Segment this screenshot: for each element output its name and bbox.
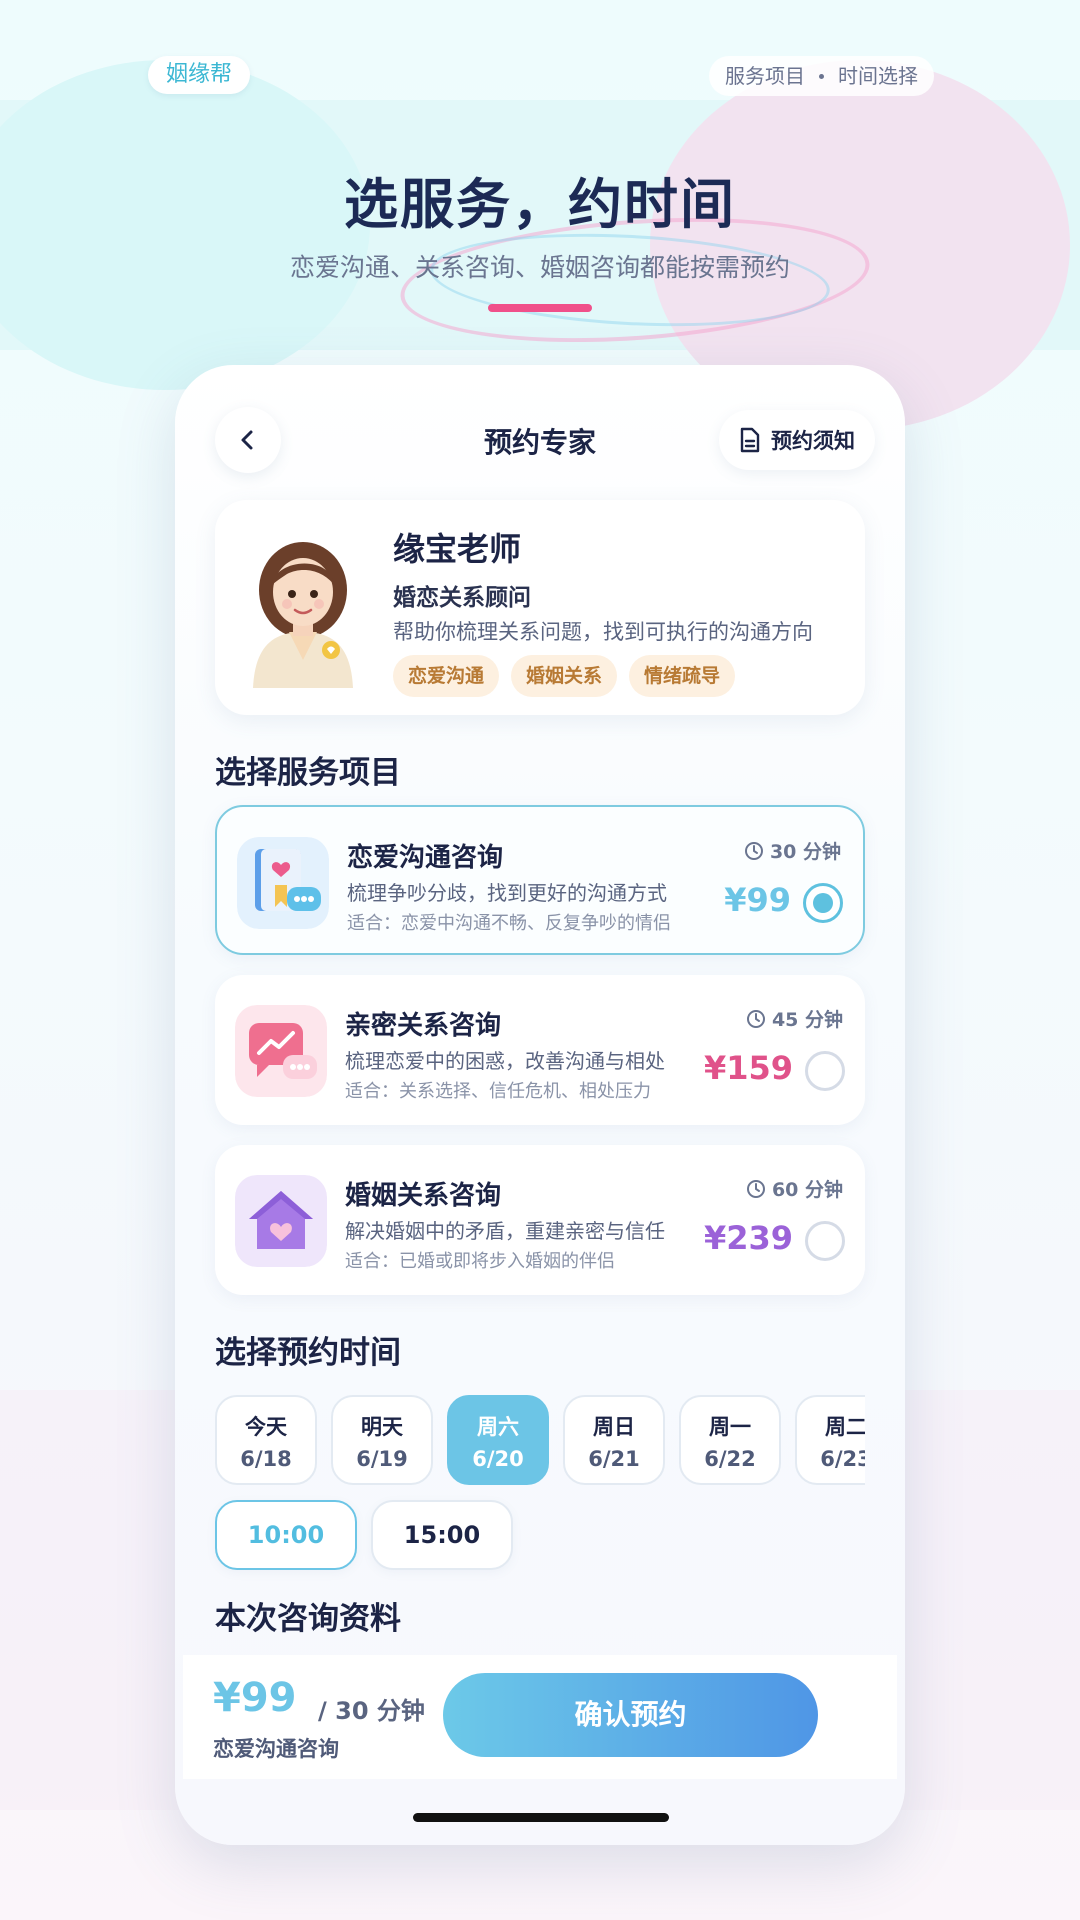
chat-chart-icon: [235, 1005, 327, 1097]
service-duration: 45 分钟: [746, 1005, 843, 1032]
phone-screen: 预约专家 预约须知 缘宝老师 婚恋关系顾问 帮助你梳理关系问题，找到可执行的沟通…: [175, 365, 905, 1845]
service-duration: 30 分钟: [744, 837, 841, 864]
service-duration-label: 60 分钟: [771, 1179, 843, 1201]
expert-name: 缘宝老师: [393, 530, 522, 568]
expert-tags: 恋爱沟通 婚姻关系 情绪疏导: [393, 655, 736, 697]
date-value: 6/22: [704, 1447, 756, 1471]
hero-accent-bar: [488, 304, 592, 312]
expert-tag: 恋爱沟通: [393, 655, 500, 697]
booking-notice-button[interactable]: 预约须知: [719, 410, 875, 470]
service-duration-label: 45 分钟: [771, 1009, 843, 1031]
expert-tag: 情绪疏导: [629, 655, 736, 697]
info-section-title: 本次咨询资料: [215, 1601, 401, 1637]
expert-description: 帮助你梳理关系问题，找到可执行的沟通方向: [393, 620, 813, 644]
date-value: 6/19: [356, 1447, 408, 1471]
service-fit: 适合：关系选择、信任危机、相处压力: [345, 1081, 651, 1102]
date-value: 6/21: [588, 1447, 640, 1471]
step-label-service: 服务项目: [725, 64, 805, 88]
selected-service-name: 恋爱沟通咨询: [213, 1737, 339, 1761]
total-duration: / 30 分钟: [318, 1697, 425, 1725]
date-day: 明天: [361, 1415, 403, 1439]
service-name: 婚姻关系咨询: [345, 1181, 502, 1211]
heart-house-icon: [235, 1175, 327, 1267]
brand-pill: 姻缘帮: [148, 56, 251, 94]
date-day: 周日: [593, 1415, 635, 1439]
clock-icon: [744, 841, 763, 860]
service-description: 梳理争吵分歧，找到更好的沟通方式: [347, 881, 667, 905]
booking-notice-label: 预约须知: [771, 429, 855, 453]
document-icon: [740, 427, 760, 453]
date-value: 6/23: [820, 1447, 865, 1471]
service-radio-selected[interactable]: [803, 883, 843, 923]
service-card-love-communication[interactable]: 恋爱沟通咨询 梳理争吵分歧，找到更好的沟通方式 适合：恋爱中沟通不畅、反复争吵的…: [215, 805, 865, 955]
date-chip-tuesday[interactable]: 周二 6/23: [795, 1395, 865, 1485]
time-section-title: 选择预约时间: [215, 1335, 401, 1371]
date-day: 周六: [477, 1415, 519, 1439]
heart-book-icon: [237, 837, 329, 929]
service-card-marriage-relationship[interactable]: 婚姻关系咨询 解决婚姻中的矛盾，重建亲密与信任 适合：已婚或即将步入婚姻的伴侣 …: [215, 1145, 865, 1295]
step-indicator: 服务项目 时间选择: [709, 56, 934, 96]
expert-card: 缘宝老师 婚恋关系顾问 帮助你梳理关系问题，找到可执行的沟通方向 恋爱沟通 婚姻…: [215, 500, 865, 715]
date-chip-tomorrow[interactable]: 明天 6/19: [331, 1395, 433, 1485]
service-name: 亲密关系咨询: [345, 1011, 502, 1041]
date-chip-today[interactable]: 今天 6/18: [215, 1395, 317, 1485]
service-price: ¥159: [703, 1049, 793, 1087]
services-section-title: 选择服务项目: [215, 755, 401, 791]
step-separator-dot: [819, 73, 824, 79]
service-duration: 60 分钟: [746, 1175, 843, 1202]
service-card-intimate-relationship[interactable]: 亲密关系咨询 梳理恋爱中的困惑，改善沟通与相处 适合：关系选择、信任危机、相处压…: [215, 975, 865, 1125]
service-price: ¥239: [703, 1219, 793, 1257]
service-radio[interactable]: [805, 1221, 845, 1261]
confirm-booking-button[interactable]: 确认预约: [443, 1673, 818, 1757]
date-value: 6/20: [472, 1447, 524, 1471]
total-price: ¥99: [213, 1675, 297, 1721]
expert-title: 婚恋关系顾问: [393, 585, 531, 611]
expert-tag: 婚姻关系: [511, 655, 618, 697]
hero-subtitle: 恋爱沟通、关系咨询、婚姻咨询都能按需预约: [289, 253, 790, 282]
hero-title: 选服务，约时间: [344, 173, 736, 236]
booking-summary-bar: ¥99 / 30 分钟 恋爱沟通咨询 确认预约: [183, 1655, 897, 1779]
date-chip-saturday-selected[interactable]: 周六 6/20: [447, 1395, 549, 1485]
expert-avatar: [253, 542, 353, 688]
clock-icon: [746, 1179, 765, 1198]
service-description: 梳理恋爱中的困惑，改善沟通与相处: [345, 1049, 665, 1073]
service-price: ¥99: [724, 881, 791, 919]
date-day: 今天: [245, 1415, 287, 1439]
home-indicator: [413, 1813, 669, 1822]
date-chip-monday[interactable]: 周一 6/22: [679, 1395, 781, 1485]
step-label-time: 时间选择: [838, 64, 918, 88]
service-description: 解决婚姻中的矛盾，重建亲密与信任: [345, 1219, 665, 1243]
date-chip-sunday[interactable]: 周日 6/21: [563, 1395, 665, 1485]
service-duration-label: 30 分钟: [769, 841, 841, 863]
service-fit: 适合：恋爱中沟通不畅、反复争吵的情侣: [347, 913, 671, 934]
service-radio[interactable]: [805, 1051, 845, 1091]
date-selector: 今天 6/18 明天 6/19 周六 6/20 周日 6/21 周一 6/22 …: [215, 1393, 865, 1488]
time-slot[interactable]: 15:00: [371, 1500, 513, 1570]
service-fit: 适合：已婚或即将步入婚姻的伴侣: [345, 1251, 615, 1272]
date-day: 周二: [825, 1415, 865, 1439]
service-name: 恋爱沟通咨询: [347, 843, 504, 873]
clock-icon: [746, 1009, 765, 1028]
time-slot-selected[interactable]: 10:00: [215, 1500, 357, 1570]
date-value: 6/18: [240, 1447, 292, 1471]
date-day: 周一: [709, 1415, 751, 1439]
